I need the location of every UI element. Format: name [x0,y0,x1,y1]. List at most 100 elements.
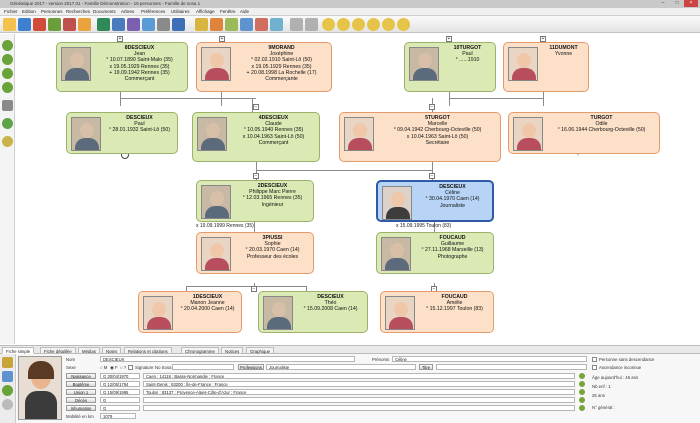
titre-field[interactable] [436,364,587,370]
navigate-right-icon[interactable] [2,82,13,93]
no-sosa-field[interactable] [172,364,234,370]
tab-chronogramme[interactable]: Chronogramme [181,347,219,354]
descendants-icon[interactable] [255,18,268,31]
sans-descendance-checkbox[interactable] [592,357,597,362]
event-date-field[interactable]: G 15/09/1995 [100,389,140,395]
tab-fiche-simple[interactable]: Fiche simple [2,347,35,354]
event-date-field[interactable]: G 30/04/1970 [100,373,140,379]
list-icon[interactable] [112,18,125,31]
person-card[interactable]: 11DUMONT Yvonne [503,42,589,92]
person-card[interactable]: 4DESCIEUX Claude ° 10.05.1940 Rennes (35… [192,112,320,162]
redo-icon[interactable] [78,18,91,31]
close-icon[interactable]: × [684,0,698,7]
tab-notices[interactable]: Notices [221,347,244,354]
mobilite-field[interactable]: 1079 [100,413,136,419]
menu-item[interactable]: Préférences [141,9,165,14]
minimize-icon[interactable]: – [656,0,670,7]
navigate-down-icon[interactable] [2,54,13,65]
event-place-field[interactable]: Caen ; 14118 ; Basse-Normandie ; France [143,373,575,379]
folder-open-icon[interactable] [3,18,16,31]
person-card[interactable]: 10TURGOT Paul ° ......1910 [404,42,496,92]
navigate-left-icon[interactable] [2,68,13,79]
person-card[interactable]: 8DESCIEUX Jean ° 10.07.1890 Saint-Malo (… [56,42,188,92]
event-place-field[interactable]: Toulon ; 83137 ; Provence-Alpes-Côte-d'A… [143,389,575,395]
tree-icon[interactable] [97,18,110,31]
person-add-icon[interactable] [48,18,61,31]
forward-icon[interactable] [305,18,318,31]
edit-tree-icon[interactable] [2,118,13,129]
menu-item[interactable]: Fichier [4,9,18,14]
menu-item[interactable]: Fenêtre [220,9,236,14]
menu-item[interactable]: Personnes [41,9,63,14]
sexe-option-unknown[interactable]: ○ ? [120,365,126,370]
event-date-field[interactable]: G [100,397,140,403]
event-place-field[interactable] [143,405,575,411]
document-icon[interactable] [2,371,13,382]
back-icon[interactable] [290,18,303,31]
ascendants-icon[interactable] [240,18,253,31]
person-card[interactable]: FOUCAUD Amélie ° 15.12.1997 Toulon (83) [380,291,494,333]
profession-field[interactable]: Journaliste [266,364,416,370]
zoom-100-icon[interactable] [367,18,380,31]
person-card[interactable]: 5TURGOT Marcelle ° 09.04.1942 Cherbourg-… [339,112,501,162]
event-button[interactable]: Décès [66,397,96,403]
print-icon[interactable] [33,18,46,31]
zoom-fit-icon[interactable] [322,18,335,31]
event-globe-icon[interactable] [579,373,585,379]
tab-notes[interactable]: Notes [102,347,122,354]
person-card[interactable]: DESCIEUX Théo ° 15.09.2008 Caen (14) [258,291,368,333]
menu-item[interactable]: Edition [22,9,36,14]
person-card[interactable]: TURGOT Odile ° 16.06.1944 Cherbourg-Octe… [508,112,660,154]
event-globe-icon[interactable] [579,389,585,395]
menu-item[interactable]: Affichage [196,9,215,14]
tab-medias[interactable]: Médias [78,347,100,354]
tab-graphique[interactable]: Graphique [246,347,275,354]
menu-item[interactable]: Aide [240,9,249,14]
undo-icon[interactable] [63,18,76,31]
menu-item[interactable]: Arbres [121,9,134,14]
couple-icon[interactable] [210,18,223,31]
zoom-in-icon[interactable] [337,18,350,31]
event-globe-icon[interactable] [579,381,585,387]
person-card[interactable]: 1DESCIEUX Manon Jeanne ° 20.04.2000 Caen… [138,291,242,333]
collapse-toggle[interactable]: − [429,173,435,179]
person-card[interactable]: 9MORAND Joséphine ° 02.02.1910 Saint-Lô … [196,42,332,92]
help-icon[interactable] [172,18,185,31]
nom-field[interactable]: DESCIEUX [100,356,355,362]
person-card[interactable]: DESCIEUX Céline ° 30.04.1970 Caen (14) Jo… [376,180,494,222]
person-card[interactable]: FOUCAUD Guillaume ° 27.11.1968 Marseille… [376,232,494,274]
zoom-out-icon[interactable] [352,18,365,31]
event-globe-icon[interactable] [579,405,585,411]
save-icon[interactable] [18,18,31,31]
tab-fiche-detaillee[interactable]: Fiche détaillée [40,347,76,354]
table-icon[interactable] [142,18,155,31]
event-date-field[interactable]: G [100,405,140,411]
tab-relations[interactable]: Relations et citations [124,347,172,354]
event-button[interactable]: Inhumation [66,405,96,411]
person-icon[interactable] [195,18,208,31]
menu-item[interactable]: Recherches [66,9,90,14]
event-button[interactable]: Naissance [66,373,96,379]
columns-icon[interactable] [157,18,170,31]
titre-button[interactable]: Titre [419,364,433,370]
print-tree-icon[interactable] [2,100,13,111]
settings-icon[interactable] [2,399,13,410]
collapse-toggle[interactable]: − [251,286,257,292]
grid-icon[interactable] [127,18,140,31]
family-icon[interactable] [225,18,238,31]
family-tree-canvas[interactable]: + + + + − − − − − − ▽ x 19.09.1999 Renne… [16,34,700,344]
event-place-field[interactable]: Saint-Denis ; 93200 ; Île-de-France ; Fr… [143,381,575,387]
event-button[interactable]: Baptême [66,381,96,387]
navigate-icon[interactable] [2,385,13,396]
zoom-page-icon[interactable] [382,18,395,31]
collapse-toggle[interactable]: − [253,173,259,179]
options-icon[interactable] [2,136,13,147]
person-card[interactable]: DESCIEUX Paul ° 28.01.1932 Saint-Lô (50) [66,112,178,154]
event-date-field[interactable]: G 12/05/1794 [100,381,140,387]
event-button[interactable]: Union 1 [66,389,96,395]
zoom-width-icon[interactable] [397,18,410,31]
menu-item[interactable]: Documents [93,9,116,14]
collapse-toggle[interactable]: − [253,104,259,110]
sexe-option-m[interactable]: ○ M [100,365,107,370]
maximize-icon[interactable]: □ [670,0,684,7]
